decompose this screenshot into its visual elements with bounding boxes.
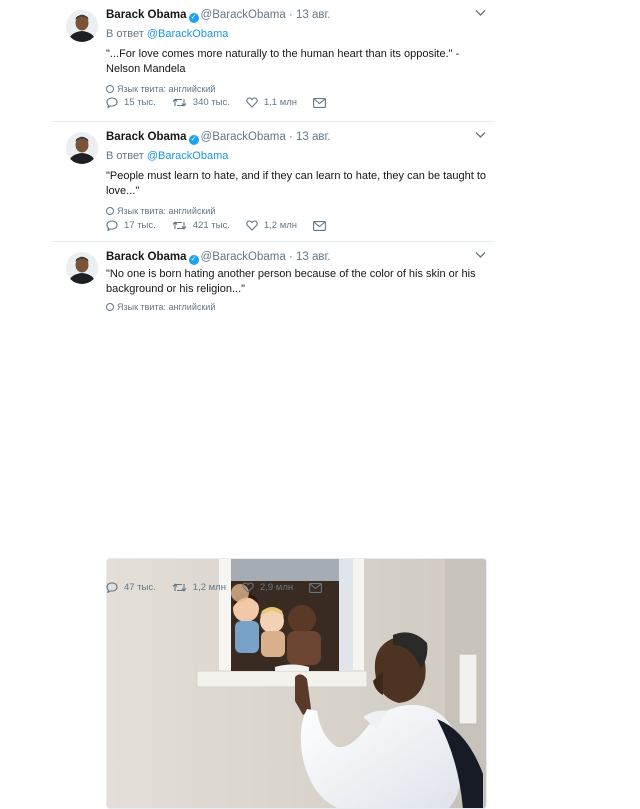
tweet-language-label: Язык твита: английский — [117, 302, 216, 312]
tweet-date[interactable]: 13 авг. — [296, 9, 330, 21]
tweet-language-label: Язык твита: английский — [117, 206, 216, 216]
heart-icon — [246, 220, 258, 231]
chevron-down-icon[interactable] — [475, 249, 486, 263]
retweet-button[interactable]: 340 тыс. — [172, 97, 230, 108]
envelope-icon — [313, 97, 326, 108]
reply-button[interactable]: 15 тыс. — [106, 97, 156, 108]
tweet-text: "...For love comes more naturally to the… — [106, 48, 460, 75]
tweet-header: Barack Obama ✓ @BarackObama · 13 авг. — [106, 8, 486, 23]
tweet-actions: 15 тыс. 340 тыс. 1,1 млн — [106, 97, 348, 108]
globe-icon — [106, 207, 114, 215]
retweet-icon — [172, 583, 187, 592]
like-button[interactable]: 1,1 млн — [246, 97, 297, 108]
chevron-down-icon[interactable] — [475, 7, 486, 21]
retweet-count: 340 тыс. — [192, 97, 230, 108]
message-button[interactable] — [313, 97, 332, 108]
tweet-text: "No one is born hating another person be… — [106, 268, 476, 295]
separator-dot: · — [285, 131, 296, 143]
reply-icon — [106, 220, 118, 231]
retweet-icon — [172, 221, 187, 230]
reply-count: 47 тыс. — [124, 582, 156, 593]
tweet-2[interactable]: Barack Obama ✓ @BarackObama · 13 авг. В от… — [52, 122, 494, 242]
verified-badge-icon: ✓ — [188, 13, 199, 23]
avatar[interactable] — [66, 10, 98, 42]
heart-icon — [246, 97, 258, 108]
avatar[interactable] — [66, 132, 98, 164]
reply-button[interactable]: 47 тыс. — [106, 582, 156, 593]
reply-icon — [106, 97, 118, 108]
tweet-content: Barack Obama ✓ @BarackObama · 13 авг. В от… — [106, 130, 486, 217]
tweet-content: Barack Obama ✓ @BarackObama · 13 авг. "No … — [106, 250, 486, 313]
replying-to-link[interactable]: @BarackObama — [147, 150, 228, 162]
author-name[interactable]: Barack Obama — [106, 251, 187, 263]
separator-dot: · — [285, 251, 296, 263]
reply-button[interactable]: 17 тыс. — [106, 220, 156, 231]
message-button[interactable] — [313, 220, 332, 231]
retweet-count: 1,2 млн — [192, 582, 226, 593]
tweet-language: Язык твита: английский — [106, 205, 486, 217]
like-button[interactable]: 1,2 млн — [246, 220, 297, 231]
replying-to-link[interactable]: @BarackObama — [147, 28, 228, 40]
like-count: 1,1 млн — [263, 97, 298, 108]
heart-icon — [242, 582, 254, 593]
tweet-3[interactable]: Barack Obama ✓ @BarackObama · 13 авг. "No … — [52, 242, 494, 809]
reply-count: 17 тыс. — [124, 220, 156, 231]
tweet-date[interactable]: 13 авг. — [296, 131, 330, 143]
reply-icon — [106, 582, 118, 593]
message-button[interactable] — [309, 582, 328, 593]
tweet-1[interactable]: Barack Obama ✓ @BarackObama · 13 авг. В от… — [52, 0, 494, 122]
verified-badge-icon: ✓ — [188, 255, 199, 265]
tweet-content: Barack Obama ✓ @BarackObama · 13 авг. В от… — [106, 8, 486, 95]
tweet-photo[interactable] — [106, 558, 487, 809]
globe-icon — [106, 303, 114, 311]
like-button[interactable]: 2,9 млн — [242, 582, 293, 593]
tweet-language-label: Язык твита: английский — [117, 84, 216, 94]
tweet-language: Язык твита: английский — [106, 301, 486, 313]
tweet-header: Barack Obama ✓ @BarackObama · 13 авг. — [106, 130, 486, 145]
tweet-actions: 17 тыс. 421 тыс. 1,2 млн — [106, 220, 348, 231]
replying-to: В ответ @BarackObama — [106, 149, 486, 163]
author-name[interactable]: Barack Obama — [106, 9, 187, 21]
envelope-icon — [313, 220, 326, 231]
replying-prefix: В ответ — [106, 28, 144, 40]
tweet-header: Barack Obama ✓ @BarackObama · 13 авг. — [106, 250, 486, 265]
envelope-icon — [309, 582, 323, 593]
retweet-count: 421 тыс. — [192, 220, 230, 231]
verified-badge-icon: ✓ — [188, 135, 199, 145]
replying-prefix: В ответ — [106, 150, 144, 162]
retweet-button[interactable]: 1,2 млн — [172, 582, 226, 593]
like-count: 1,2 млн — [263, 220, 298, 231]
author-handle[interactable]: @BarackObama — [201, 131, 286, 143]
tweet-text: "People must learn to hate, and if they … — [106, 170, 486, 197]
retweet-button[interactable]: 421 тыс. — [172, 220, 230, 231]
chevron-down-icon[interactable] — [475, 129, 486, 143]
globe-icon — [106, 85, 114, 93]
replying-to: В ответ @BarackObama — [106, 27, 486, 41]
timeline: Barack Obama ✓ @BarackObama · 13 авг. В от… — [52, 0, 494, 809]
like-count: 2,9 млн — [259, 582, 294, 593]
separator-dot: · — [285, 9, 296, 21]
tweet-language: Язык твита: английский — [106, 83, 486, 95]
tweet-date[interactable]: 13 авг. — [296, 251, 330, 263]
author-handle[interactable]: @BarackObama — [201, 251, 286, 263]
author-handle[interactable]: @BarackObama — [201, 9, 286, 21]
reply-count: 15 тыс. — [124, 97, 156, 108]
author-name[interactable]: Barack Obama — [106, 131, 187, 143]
retweet-icon — [172, 98, 187, 107]
avatar[interactable] — [66, 252, 98, 284]
tweet-actions: 47 тыс. 1,2 млн 2,9 млн — [106, 582, 344, 593]
